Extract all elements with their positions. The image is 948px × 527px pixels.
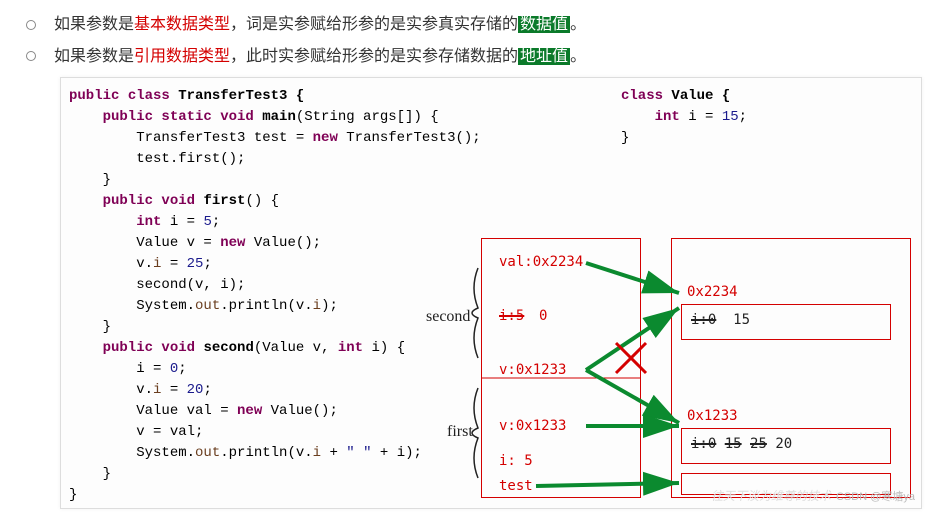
obj2234-i: i:0 — [691, 312, 716, 328]
obj2234-15: 15 — [733, 312, 750, 328]
obj1233-25: 25 — [750, 436, 767, 452]
bullet-text-2: 如果参数是引用数据类型，此时实参赋给形参的是实参存储数据的地址值。 — [54, 44, 586, 70]
bullet-line-1: 如果参数是基本数据类型，词是实参赋给形参的是实参真实存储的数据值。 — [20, 12, 928, 38]
stack-i-zero: 0 — [539, 308, 547, 324]
heap-addr-2234: 0x2234 — [687, 284, 767, 304]
code-area: public class TransferTest3 { public stat… — [60, 77, 922, 509]
obj1233-15: 15 — [725, 436, 742, 452]
bullet-icon — [26, 51, 36, 61]
stack-v-first: v:0x1233 — [499, 418, 566, 434]
watermark-faint: 往天下淡为维尊的技术 — [711, 487, 831, 504]
heap-addr-1233: 0x1233 — [687, 408, 767, 428]
code-main: public class TransferTest3 { public stat… — [69, 86, 481, 506]
brace-label-second: second — [426, 308, 470, 326]
stack-i-first: i: 5 — [499, 453, 533, 469]
brace-label-first: first — [447, 423, 473, 441]
bullet-line-2: 如果参数是引用数据类型，此时实参赋给形参的是实参存储数据的地址值。 — [20, 44, 928, 70]
obj1233-20: 20 — [775, 436, 792, 452]
obj1233-i: i:0 — [691, 436, 716, 452]
stack-i-strike: i:5 — [499, 308, 524, 324]
watermark: CSDN @寒塘ya — [836, 488, 915, 504]
bullet-icon — [26, 20, 36, 30]
code-value: class Value { int i = 15; } — [621, 86, 747, 149]
stack-val: val:0x2234 — [499, 254, 583, 270]
bullet-text-1: 如果参数是基本数据类型，词是实参赋给形参的是实参真实存储的数据值。 — [54, 12, 586, 38]
stack-v-second: v:0x1233 — [499, 362, 566, 378]
stack-test: test — [499, 478, 533, 494]
